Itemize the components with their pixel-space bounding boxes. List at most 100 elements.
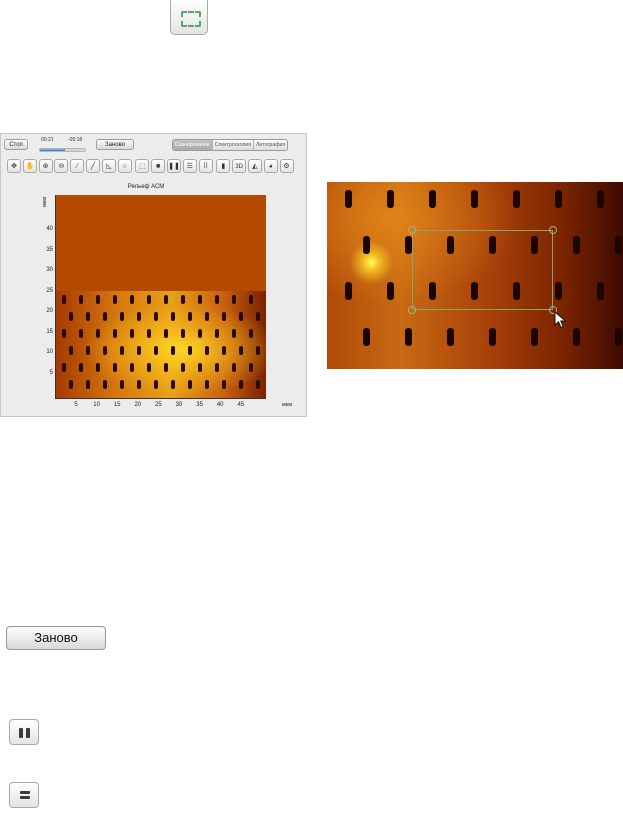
selection-handle-top-left[interactable] <box>408 226 416 234</box>
topography-pit <box>249 363 253 372</box>
topography-pit <box>239 346 243 355</box>
pause-icon-bar <box>26 728 30 738</box>
topography-pit <box>205 346 209 355</box>
topography-pit <box>154 346 158 355</box>
topography-pit <box>198 363 202 372</box>
zoomed-pit <box>573 328 580 346</box>
x-tick-label: 10 <box>93 402 100 408</box>
zoomed-pit <box>615 328 622 346</box>
hand-icon[interactable]: ✋ <box>22 159 37 173</box>
topography-pit <box>86 346 90 355</box>
toolbar: ✥ ✋ ⊕ ⊖ ⁄ ╱ ◺ ○ ⬚ ■ ❚❚ ☰ ⠿ ▮ 3D ◭ ◕ ⚙ <box>7 159 298 176</box>
zoomed-pit <box>597 282 604 300</box>
mode-tab-2[interactable]: Литография <box>254 140 288 150</box>
topography-pit <box>181 295 185 304</box>
topography-pit <box>188 380 192 389</box>
zoomed-pit <box>345 282 352 300</box>
lines-icon[interactable]: ☰ <box>182 159 197 173</box>
view-3d-label[interactable]: 3D <box>232 159 247 173</box>
topography-pit <box>181 363 185 372</box>
topography-pit <box>205 312 209 321</box>
zoomed-pit <box>489 328 496 346</box>
topography-pit <box>86 380 90 389</box>
zoomed-pit <box>531 328 538 346</box>
y-tick-label: 20 <box>46 308 53 314</box>
zoomed-pit <box>615 236 622 254</box>
topography-pit <box>171 312 175 321</box>
restart-button-small[interactable]: Заново <box>96 139 134 150</box>
topography-pit <box>154 380 158 389</box>
mode-tab-1[interactable]: Спектроскопия <box>212 140 255 150</box>
selection-handle-top-right[interactable] <box>549 226 557 234</box>
selection-handle-bottom-left[interactable] <box>408 306 416 314</box>
circle-select-icon[interactable]: ○ <box>117 159 132 173</box>
pause-button[interactable] <box>9 719 39 745</box>
line-scan-button[interactable] <box>9 782 39 808</box>
filter-icon[interactable]: ◭ <box>247 159 262 173</box>
topography-pit <box>171 346 175 355</box>
x-tick-label: 15 <box>113 402 121 408</box>
topography-pit <box>103 346 107 355</box>
restart-button[interactable]: Заново <box>6 626 106 650</box>
topography-pit <box>62 329 66 338</box>
palette-icon[interactable]: ◕ <box>263 159 278 173</box>
rect-select-icon[interactable]: ⬚ <box>135 159 150 173</box>
topography-pit <box>103 380 107 389</box>
pause-icon[interactable]: ❚❚ <box>166 159 181 173</box>
y-axis-unit: мкм <box>42 197 48 207</box>
topography-pit <box>171 380 175 389</box>
selection-rectangle[interactable] <box>412 230 553 310</box>
y-tick-label: 35 <box>46 246 53 253</box>
angle-icon[interactable]: ◺ <box>101 159 116 173</box>
grid-icon[interactable]: ⠿ <box>198 159 213 173</box>
zoomed-pit <box>363 236 370 254</box>
stop-button[interactable]: Стоп <box>4 139 28 150</box>
x-tick-label: 35 <box>196 402 203 408</box>
topography-pit <box>239 380 243 389</box>
color-bar-icon[interactable]: ▮ <box>216 159 231 173</box>
topography-pit <box>239 312 243 321</box>
topography-pit <box>103 312 107 321</box>
topography-pit <box>215 363 219 372</box>
topography-pit <box>222 380 226 389</box>
unscanned-region <box>56 195 266 291</box>
topography-pit <box>62 363 66 372</box>
x-tick-label: 20 <box>134 402 142 408</box>
scanned-topography <box>56 291 266 398</box>
x-tick-label: 40 <box>216 402 224 408</box>
topography-pit <box>79 329 83 338</box>
y-tick-label: 10 <box>46 349 53 355</box>
topography-pit <box>256 312 260 321</box>
topography-pit <box>256 380 260 389</box>
stop-icon[interactable]: ■ <box>151 159 166 173</box>
settings-gear-icon[interactable]: ⚙ <box>279 159 294 173</box>
x-tick-label: 45 <box>237 402 245 408</box>
zoomed-pit <box>405 328 412 346</box>
rect-select-button[interactable] <box>170 0 208 35</box>
topography-pit <box>120 380 124 389</box>
ruler-icon[interactable]: ╱ <box>85 159 100 173</box>
topography-pit <box>249 295 253 304</box>
y-tick-label: 25 <box>46 287 53 294</box>
zoom-out-icon[interactable]: ⊖ <box>54 159 69 173</box>
zoomed-afm-image[interactable] <box>327 182 623 369</box>
y-tick-label: 15 <box>46 328 53 335</box>
topography-pit <box>69 312 73 321</box>
topography-pit <box>137 380 141 389</box>
x-tick-label: 25 <box>155 402 162 408</box>
topography-pit <box>215 295 219 304</box>
topography-pit <box>198 329 202 338</box>
topography-pit <box>256 346 260 355</box>
plot-title: Рельеф АСМ <box>127 184 165 190</box>
topography-pit <box>130 329 134 338</box>
move-icon[interactable]: ✥ <box>7 159 21 173</box>
topography-pit <box>232 295 236 304</box>
topography-pit <box>215 329 219 338</box>
lines-icon-bar <box>20 796 30 799</box>
afm-control-panel: Стоп 00:21 -00:18 Заново Сканирование Спе… <box>0 133 307 417</box>
topography-pit <box>69 346 73 355</box>
mouse-pointer-icon <box>554 311 567 329</box>
eyedropper-icon[interactable]: ⁄ <box>70 159 85 173</box>
zoom-in-icon[interactable]: ⊕ <box>38 159 53 173</box>
mode-tab-0[interactable]: Сканирование <box>173 140 213 150</box>
